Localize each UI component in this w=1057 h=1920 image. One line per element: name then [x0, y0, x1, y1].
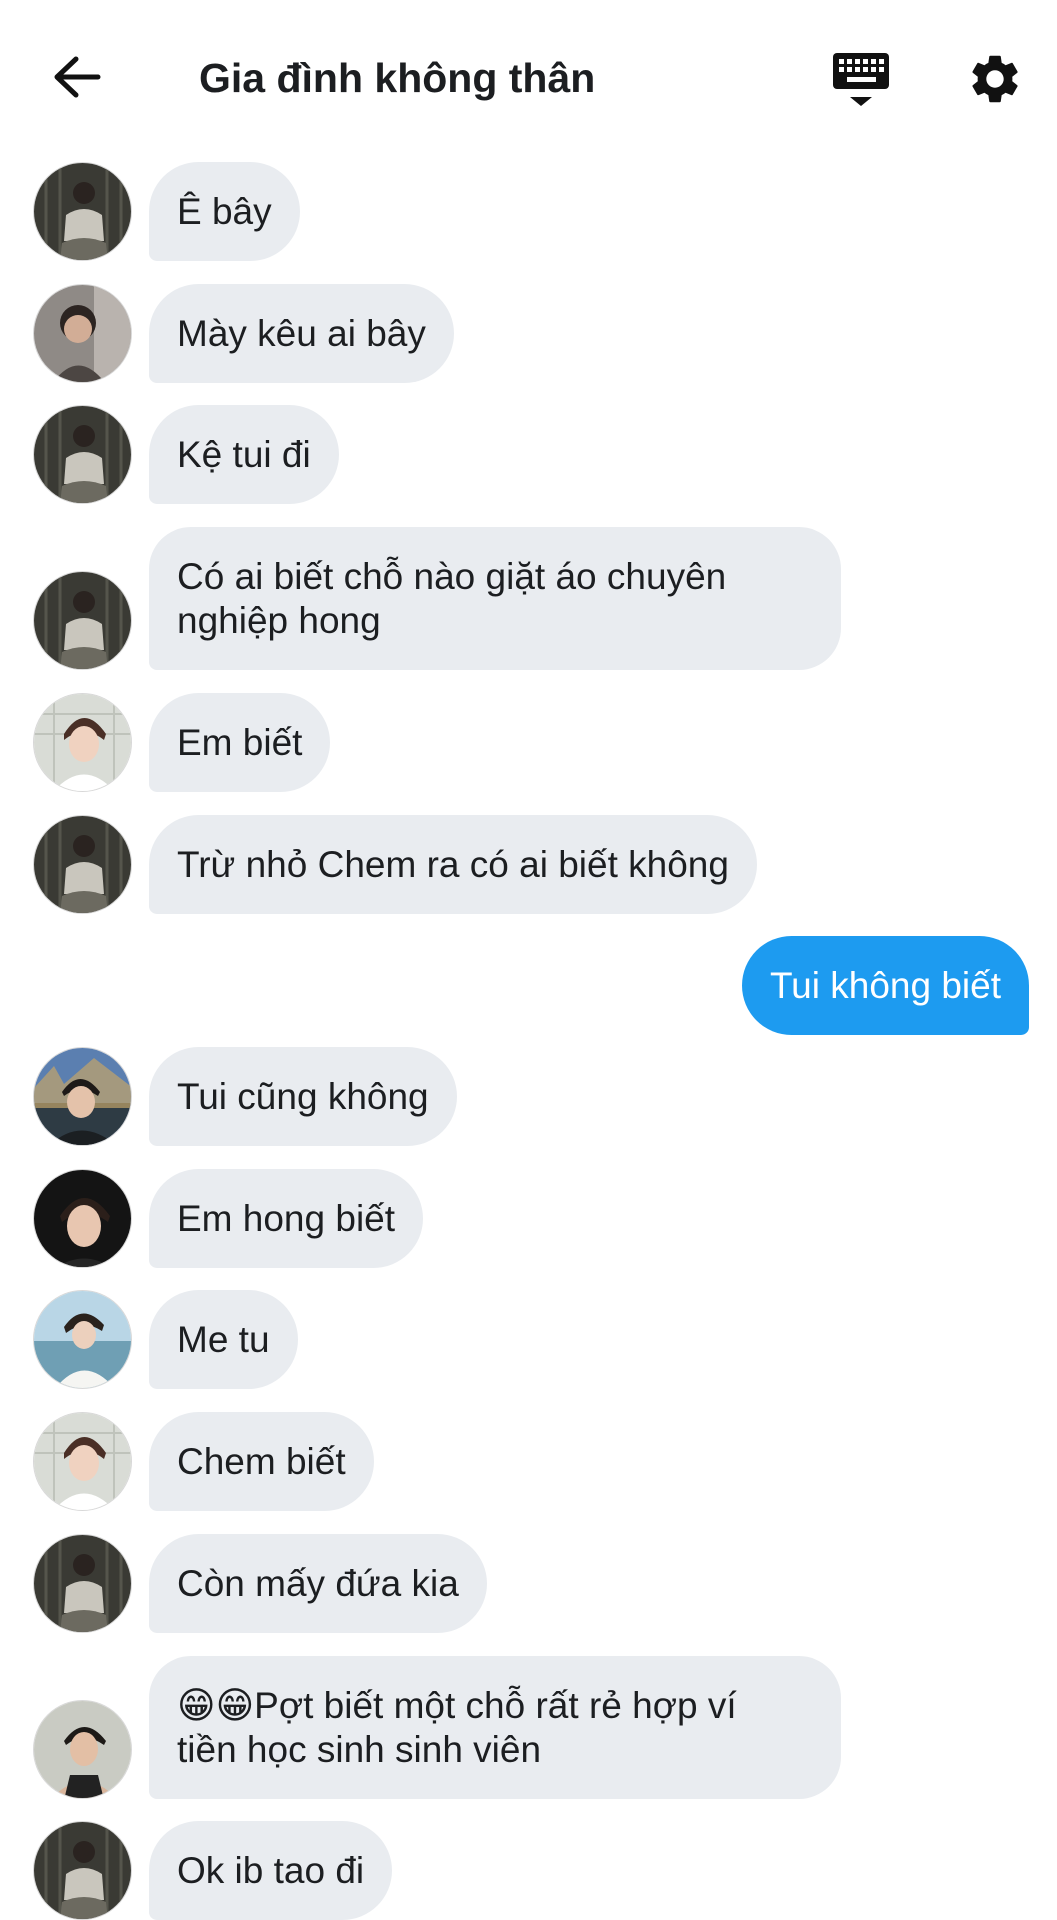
message-bubble[interactable]: Có ai biết chỗ nào giặt áo chuyên nghiệp…	[149, 527, 841, 670]
message-text-line: 😁😁Pợt biết một chỗ rất rẻ hợp ví	[177, 1684, 737, 1728]
avatar-a-image	[34, 163, 131, 260]
message-text: Tui không biết	[769, 964, 1001, 1006]
avatar[interactable]	[33, 1290, 132, 1389]
avatar-a-image	[34, 406, 131, 503]
message-bubble[interactable]: Mày kêu ai bây	[149, 284, 454, 383]
message-text: Em hong biết	[177, 1197, 396, 1239]
avatar-e-image	[34, 1170, 131, 1267]
message-bubble[interactable]: Em hong biết	[149, 1169, 424, 1268]
message-list: Ê bây Mày kêu ai bây Kệ tui đi Có ai biế…	[0, 0, 1057, 1920]
avatar-a-image	[34, 572, 131, 669]
message-text: Me tu	[177, 1318, 270, 1360]
avatar[interactable]	[33, 1534, 132, 1633]
message-text: Kệ tui đi	[177, 433, 311, 475]
message-text: Chem biết	[177, 1440, 346, 1482]
avatar-a-image	[34, 816, 131, 913]
message-text: Ok ib tao đi	[177, 1849, 365, 1891]
avatar-d-image	[34, 1048, 131, 1145]
message-text: Trừ nhỏ Chem ra có ai biết không	[177, 843, 729, 885]
avatar-g-image	[34, 1701, 131, 1798]
message-bubble[interactable]: Ê bây	[149, 162, 300, 261]
avatar[interactable]	[33, 1821, 132, 1920]
message-bubble[interactable]: Còn mấy đứa kia	[149, 1534, 487, 1633]
message-bubble[interactable]: Ok ib tao đi	[149, 1821, 393, 1920]
avatar-f-image	[34, 1291, 131, 1388]
message-text: Em biết	[177, 721, 303, 763]
avatar[interactable]	[33, 405, 132, 504]
avatar[interactable]	[33, 693, 132, 792]
outgoing-message-bubble[interactable]: Tui không biết	[741, 936, 1029, 1035]
avatar[interactable]	[33, 1700, 132, 1799]
avatar-a-image	[34, 1822, 131, 1919]
avatar[interactable]	[33, 815, 132, 914]
avatar[interactable]	[33, 162, 132, 261]
message-text: Tui cũng không	[177, 1075, 429, 1117]
message-bubble[interactable]: 😁😁Pợt biết một chỗ rất rẻ hợp ví tiền họ…	[149, 1656, 841, 1799]
avatar-c-image	[34, 1413, 131, 1510]
chat-screen: Gia đình không thân Ê bây Mày kêu ai bây…	[0, 0, 1057, 1920]
message-text: Ê bây	[177, 190, 272, 232]
message-text: Mày kêu ai bây	[177, 312, 426, 354]
avatar[interactable]	[33, 571, 132, 670]
message-bubble[interactable]: Trừ nhỏ Chem ra có ai biết không	[149, 815, 757, 914]
message-bubble[interactable]: Em biết	[149, 693, 331, 792]
avatar-c-image	[34, 694, 131, 791]
message-text-fragment: Pợt biết một chỗ rất rẻ hợp ví	[254, 1684, 737, 1726]
avatar-b-image	[34, 285, 131, 382]
message-text-line: tiền học sinh sinh viên	[177, 1728, 542, 1770]
grin-emoji: 😁😁	[177, 1684, 255, 1726]
message-bubble[interactable]: Me tu	[149, 1290, 298, 1389]
message-text-line: nghiệp hong	[177, 599, 381, 641]
message-text: Còn mấy đứa kia	[177, 1562, 459, 1604]
message-bubble[interactable]: Chem biết	[149, 1412, 374, 1511]
avatar[interactable]	[33, 284, 132, 383]
message-text-line: Có ai biết chỗ nào giặt áo chuyên	[177, 555, 727, 597]
avatar[interactable]	[33, 1047, 132, 1146]
message-bubble[interactable]: Kệ tui đi	[149, 405, 339, 504]
avatar[interactable]	[33, 1412, 132, 1511]
avatar-a-image	[34, 1535, 131, 1632]
avatar[interactable]	[33, 1169, 132, 1268]
message-bubble[interactable]: Tui cũng không	[149, 1047, 457, 1146]
